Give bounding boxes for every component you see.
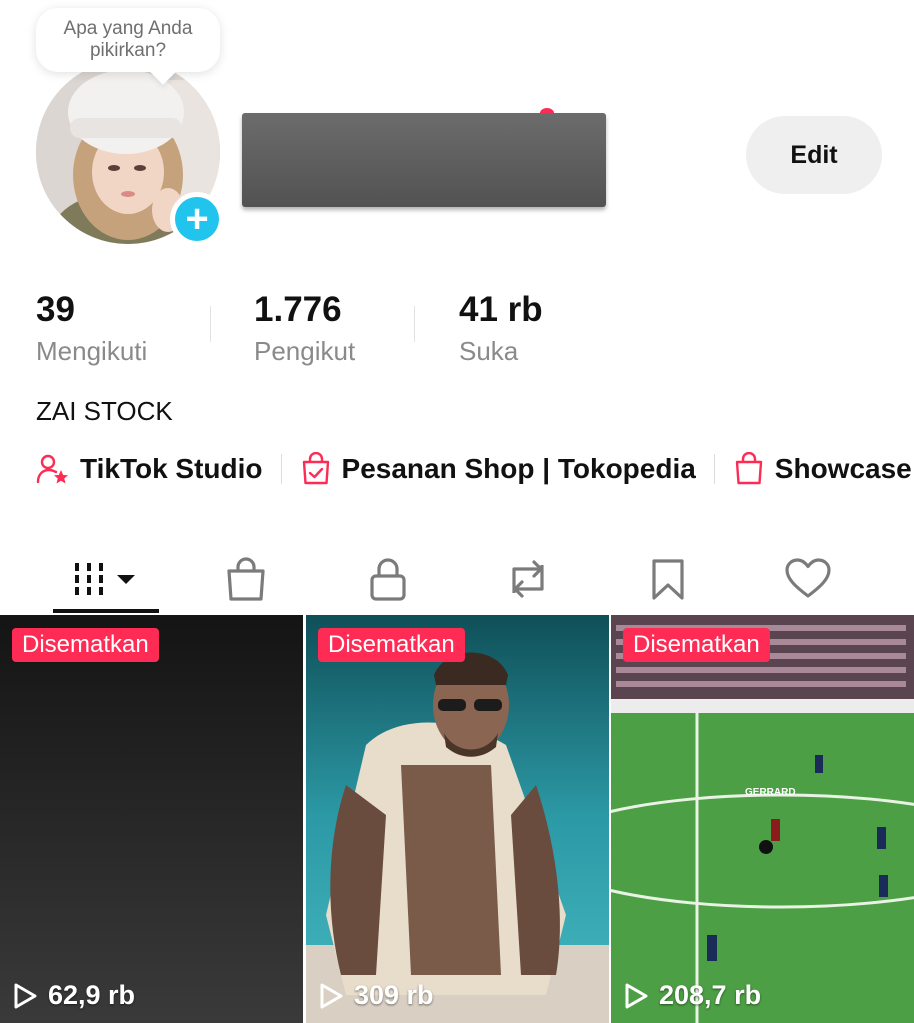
video-frame-caption: GERRARD (745, 787, 796, 798)
tab-reposts[interactable] (486, 546, 570, 612)
stat-divider (210, 306, 211, 342)
heart-icon (785, 558, 831, 598)
chevron-down-icon (117, 575, 135, 584)
add-story-button[interactable]: + (170, 192, 224, 246)
link-separator (280, 454, 282, 484)
stat-likes-value: 41 rb (459, 290, 543, 329)
video-thumbnail-image (611, 615, 914, 1023)
stat-followers-value: 1.776 (254, 290, 342, 329)
bookmark-icon (652, 559, 684, 600)
stat-likes[interactable]: 41 rb Suka (459, 290, 543, 368)
plus-icon: + (175, 197, 219, 241)
video-thumbnail[interactable]: Disematkan GERRARD 208,7 rb (611, 615, 914, 1023)
edit-profile-button[interactable]: Edit (746, 116, 882, 194)
video-thumbnail[interactable]: Disematkan 62,9 rb (0, 615, 303, 1023)
stat-divider (414, 306, 415, 342)
shopping-bag-icon (227, 557, 265, 601)
stat-followers-label: Pengikut (254, 336, 356, 366)
link-shop-orders[interactable]: Pesanan Shop | Tokopedia (300, 452, 696, 486)
bio-text: ZAI STOCK (36, 396, 173, 426)
tab-liked[interactable] (766, 546, 850, 612)
pinned-badge: Disematkan (318, 628, 465, 662)
video-thumbnail-image (306, 615, 609, 1023)
view-count-value: 208,7 rb (659, 980, 762, 1010)
view-count: 208,7 rb (623, 980, 761, 1011)
stat-followers[interactable]: 1.776 Pengikut (254, 290, 355, 368)
repost-icon (512, 560, 544, 598)
grid-bars-icon (75, 563, 135, 595)
link-label: Showcase (774, 453, 912, 484)
stat-following-value: 39 (36, 290, 75, 329)
lock-icon (370, 558, 406, 601)
link-label: Pesanan Shop | Tokopedia (341, 453, 696, 484)
play-icon (625, 983, 648, 1008)
link-label: TikTok Studio (80, 453, 263, 484)
shopping-bag-icon (735, 452, 762, 485)
active-tab-indicator (53, 609, 159, 613)
note-bubble-text: Apa yang Anda pikirkan? (63, 18, 193, 61)
stat-likes-label: Suka (459, 336, 519, 366)
link-tiktok-studio[interactable]: TikTok Studio (36, 452, 263, 486)
pinned-badge: Disematkan (12, 628, 159, 662)
video-thumbnail[interactable]: Disematkan 309 rb (306, 615, 609, 1023)
view-count: 309 rb (318, 980, 434, 1011)
pinned-badge: Disematkan (623, 628, 770, 662)
tab-videos[interactable] (53, 546, 159, 612)
tab-shop[interactable] (204, 546, 288, 612)
play-icon (14, 983, 37, 1008)
tab-favorites[interactable] (626, 546, 710, 612)
note-bubble[interactable]: Apa yang Anda pikirkan? (36, 8, 220, 72)
person-star-icon (36, 454, 68, 484)
view-count-value: 62,9 rb (48, 980, 136, 1010)
username-redacted-block (242, 113, 606, 207)
view-count: 62,9 rb (12, 980, 135, 1011)
profile-links-row: TikTok Studio Pesanan Shop | Tokopedia S… (36, 446, 914, 492)
shopping-bag-check-icon (302, 452, 329, 485)
view-count-value: 309 rb (354, 980, 434, 1010)
play-icon (320, 983, 343, 1008)
link-separator (713, 454, 715, 484)
stat-following-label: Mengikuti (36, 336, 148, 366)
link-showcase[interactable]: Showcase (733, 452, 912, 486)
stat-following[interactable]: 39 Mengikuti (36, 290, 147, 368)
tab-private[interactable] (346, 546, 430, 612)
